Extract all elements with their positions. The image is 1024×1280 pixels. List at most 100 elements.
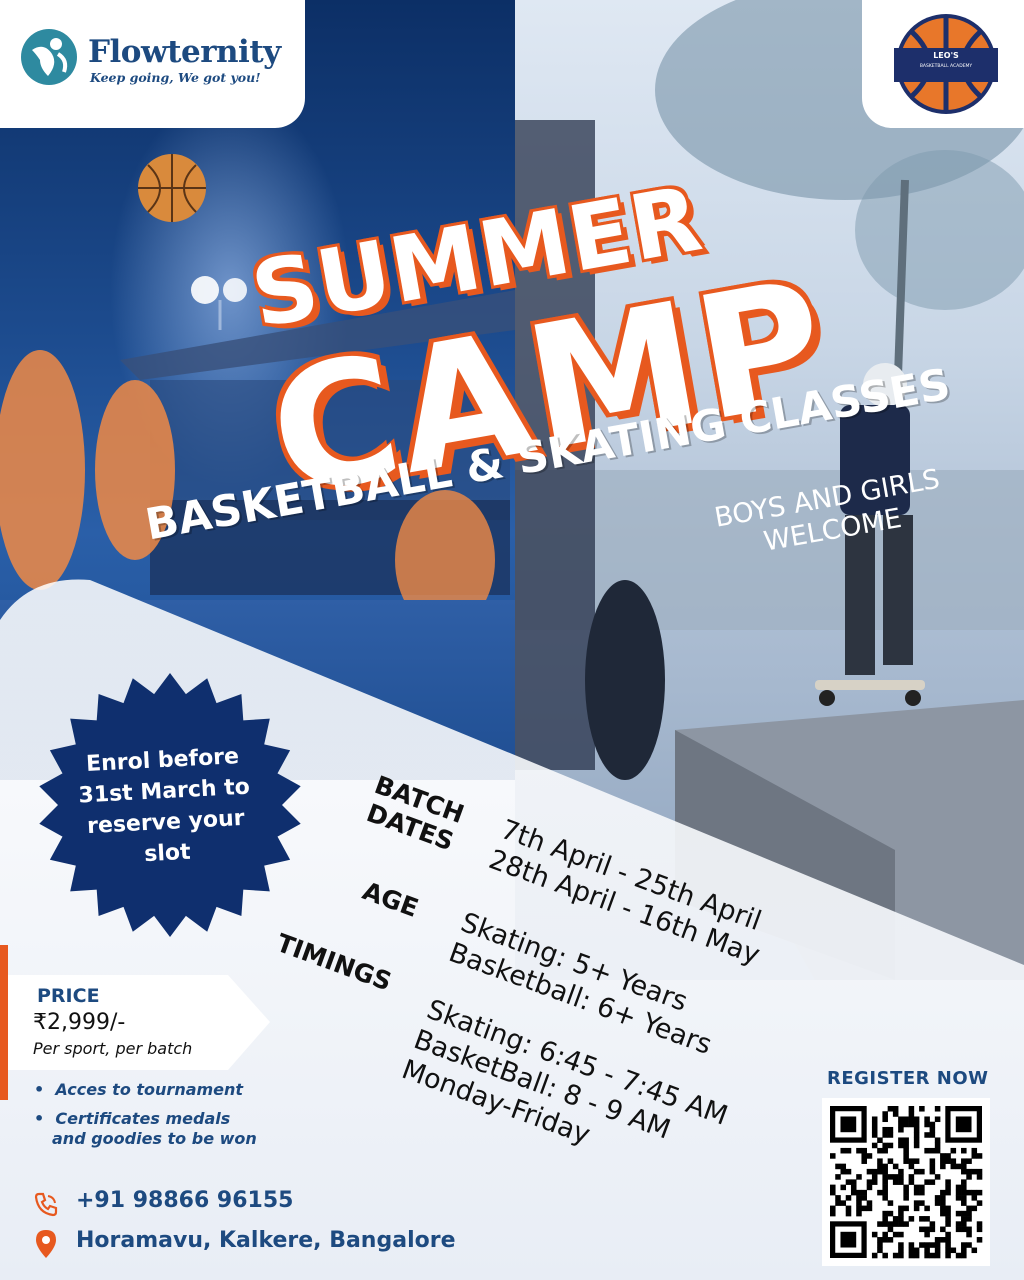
qr-module [887, 1174, 894, 1180]
qr-module [976, 1221, 983, 1227]
qr-module [882, 1237, 888, 1243]
qr-module [976, 1153, 983, 1159]
qr-module [919, 1189, 925, 1196]
qr-module [892, 1231, 899, 1238]
qr-module [882, 1126, 888, 1133]
qr-module [945, 1221, 951, 1227]
qr-module [966, 1216, 972, 1222]
qr-module [966, 1210, 972, 1217]
qr-module [898, 1221, 904, 1227]
qr-module [866, 1179, 873, 1185]
qr-module [945, 1210, 951, 1217]
brand-tagline: Keep going, We got you! [90, 70, 261, 85]
qr-module [976, 1200, 983, 1206]
qr-module [887, 1226, 894, 1233]
qr-module [945, 1158, 951, 1164]
qr-module [903, 1153, 909, 1159]
qr-module [966, 1242, 972, 1248]
qr-module [856, 1205, 862, 1212]
qr-module [871, 1174, 878, 1180]
qr-module [903, 1116, 909, 1123]
qr-module [961, 1210, 967, 1217]
qr-module [924, 1132, 930, 1138]
qr-module [866, 1153, 873, 1159]
qr-module [950, 1163, 957, 1170]
qr-module [924, 1147, 930, 1154]
qr-module [887, 1210, 894, 1217]
qr-module [871, 1252, 878, 1259]
benefit-certificates-text: Certificates medals [55, 1109, 231, 1128]
qr-module [945, 1216, 951, 1222]
qr-module [966, 1205, 972, 1212]
qr-module [903, 1121, 909, 1128]
qr-module [940, 1205, 946, 1212]
qr-module [830, 1210, 836, 1217]
qr-module [934, 1142, 941, 1149]
qr-module [971, 1189, 978, 1196]
qr-module [903, 1142, 909, 1149]
qr-module [961, 1179, 967, 1185]
registration-qr-code[interactable] [822, 1098, 990, 1266]
qr-module [908, 1111, 915, 1117]
qr-module [929, 1147, 936, 1154]
enrol-badge-text: Enrol before 31st March to reserve your … [77, 744, 251, 868]
register-now-label: REGISTER NOW [827, 1068, 989, 1089]
qr-module [924, 1231, 930, 1238]
qr-module [887, 1221, 894, 1227]
qr-module [892, 1216, 899, 1222]
partner-name: LEO'S [933, 51, 959, 60]
qr-module [877, 1221, 883, 1227]
qr-module [961, 1221, 967, 1227]
qr-module [898, 1179, 904, 1185]
qr-module [903, 1137, 909, 1143]
qr-module [892, 1221, 899, 1227]
qr-module [961, 1168, 967, 1175]
qr-module [866, 1205, 873, 1212]
price-amount: ₹2,999/- [33, 1010, 126, 1035]
qr-finder [840, 1116, 857, 1133]
qr-finder [840, 1231, 857, 1248]
phone-number[interactable]: +91 98866 96155 [76, 1188, 293, 1213]
qr-module [945, 1189, 951, 1196]
qr-module [919, 1242, 925, 1248]
qr-module [934, 1116, 941, 1123]
qr-module [955, 1189, 962, 1196]
qr-module [887, 1126, 894, 1133]
benefit-goodies: and goodies to be won [52, 1129, 257, 1148]
qr-module [871, 1126, 878, 1133]
qr-module [966, 1231, 972, 1238]
qr-module [913, 1200, 920, 1206]
qr-module [924, 1216, 930, 1222]
qr-module [945, 1231, 951, 1238]
qr-module [840, 1168, 847, 1175]
qr-module [971, 1168, 978, 1175]
qr-module [830, 1205, 836, 1212]
qr-module [845, 1179, 852, 1185]
qr-module [877, 1189, 883, 1196]
qr-module [856, 1200, 862, 1206]
qr-module [929, 1126, 936, 1133]
qr-module [908, 1116, 915, 1123]
qr-module [940, 1200, 946, 1206]
qr-module [892, 1252, 899, 1259]
qr-module [913, 1252, 920, 1259]
qr-module [919, 1200, 925, 1206]
qr-module [961, 1200, 967, 1206]
qr-module [856, 1174, 862, 1180]
price-accent-bar [0, 945, 8, 1100]
qr-module [908, 1106, 915, 1112]
qr-module [882, 1179, 888, 1185]
qr-module [866, 1168, 873, 1175]
qr-module [924, 1179, 930, 1185]
benefit-tournament: • Acces to tournament [34, 1080, 244, 1099]
qr-module [866, 1200, 873, 1206]
qr-module [856, 1189, 862, 1196]
qr-module [945, 1252, 951, 1259]
qr-module [882, 1184, 888, 1191]
qr-module [934, 1106, 941, 1112]
qr-module [919, 1226, 925, 1233]
qr-module [871, 1116, 878, 1123]
qr-module [950, 1147, 957, 1154]
qr-module [919, 1216, 925, 1222]
qr-module [882, 1132, 888, 1138]
